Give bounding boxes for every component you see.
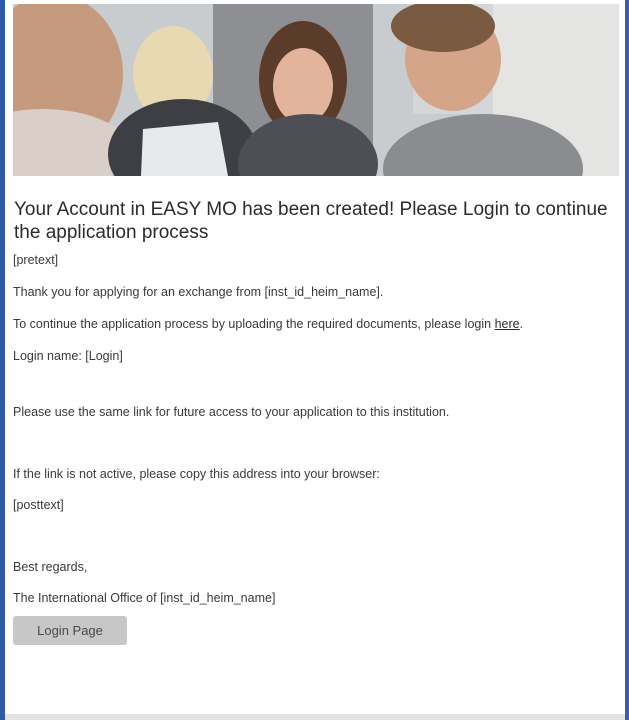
email-title: Your Account in EASY MO has been created… bbox=[14, 199, 608, 243]
continue-text-line: To continue the application process by u… bbox=[13, 316, 621, 332]
window-left-border bbox=[0, 0, 5, 720]
regards-text: Best regards, bbox=[13, 560, 88, 574]
hero-photo bbox=[13, 4, 619, 176]
email-window: Your Account in EASY MO has been created… bbox=[0, 0, 629, 720]
pretext-placeholder: [pretext] bbox=[13, 253, 59, 267]
continue-text-period: . bbox=[519, 317, 524, 331]
login-here-link[interactable]: here bbox=[495, 317, 520, 331]
login-name-text: Login name: [Login] bbox=[13, 349, 123, 363]
email-body: Your Account in EASY MO has been created… bbox=[13, 4, 621, 645]
continue-text: To continue the application process by u… bbox=[13, 317, 492, 331]
hero-photo-illustration bbox=[13, 4, 619, 176]
window-bottom-divider bbox=[5, 714, 625, 720]
login-page-button[interactable]: Login Page bbox=[13, 616, 127, 645]
link-inactive-text: If the link is not active, please copy t… bbox=[13, 467, 380, 481]
window-right-border bbox=[625, 0, 629, 720]
same-link-text: Please use the same link for future acce… bbox=[13, 405, 450, 419]
posttext-placeholder: [posttext] bbox=[13, 498, 64, 512]
signature-text: The International Office of [inst_id_hei… bbox=[13, 591, 276, 605]
thank-you-text: Thank you for applying for an exchange f… bbox=[13, 285, 384, 299]
